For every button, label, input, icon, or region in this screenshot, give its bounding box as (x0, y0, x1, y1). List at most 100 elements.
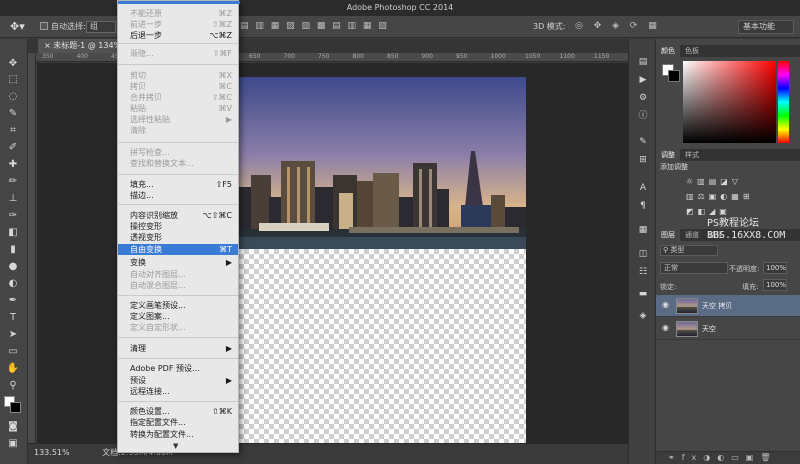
menu-scroll-down-icon[interactable]: ▼ (173, 442, 178, 450)
background-color-swatch[interactable] (668, 70, 680, 82)
menu-item[interactable]: 变换 ▶ (118, 257, 238, 268)
zoom-tool-icon[interactable]: ⚲ (5, 379, 21, 393)
hand-tool-icon[interactable]: ✋ (5, 362, 21, 376)
history-brush-tool-icon[interactable]: ✑ (5, 209, 21, 223)
hue-slider[interactable] (778, 61, 789, 143)
menu-item[interactable]: 定义画笔预设... (118, 300, 238, 311)
eyedropper-tool-icon[interactable]: ✐ (5, 141, 21, 155)
vertical-ruler[interactable] (28, 53, 36, 443)
align-icons[interactable]: ▤ ▥ ▦ ▧ ▨ ▩ ▤ ▥ ▦ ▧ (240, 21, 389, 33)
ruler-tick-label: 1100 (559, 53, 575, 60)
adjustment-icons-row-2[interactable]: ▥⚖▣◐▦⊞ (686, 192, 754, 201)
menu-item[interactable]: 清理 ▶ (118, 343, 238, 354)
character-icon[interactable]: A (636, 181, 650, 195)
settings-icon[interactable]: ⚙ (636, 91, 650, 105)
menu-item[interactable]: 转换为配置文件... (118, 429, 238, 440)
tab-swatches[interactable]: 色板 (680, 45, 704, 57)
move-tool-icon[interactable]: ✥▾ (10, 20, 28, 34)
document-tab[interactable]: × 未标题-1 @ 134% (天空 (38, 39, 128, 53)
layer-kind-label: 类型 (670, 246, 685, 254)
shape-tool-icon[interactable]: ▭ (5, 345, 21, 359)
pen-tool-icon[interactable]: ✒ (5, 294, 21, 308)
menu-item[interactable]: 描边... (118, 190, 238, 201)
visibility-eye-icon[interactable]: ◉ (662, 300, 672, 312)
brush-preset-icon[interactable]: ✎ (636, 135, 650, 149)
paragraph-icon[interactable]: ¶ (636, 199, 650, 213)
menu-item[interactable]: 透视变形 (118, 232, 238, 243)
3d-icon[interactable]: ◈ (636, 309, 650, 323)
menu-item[interactable]: 内容识别缩放 ⌥⇧⌘C (118, 210, 238, 221)
lasso-tool-icon[interactable]: ◌ (5, 90, 21, 104)
grid-icon[interactable]: ▦ (636, 223, 650, 237)
opacity-input[interactable]: 100% (763, 262, 787, 274)
brush-tool-icon[interactable]: ✏ (5, 175, 21, 189)
layer-row[interactable]: ◉ 天空 拷贝 (656, 295, 800, 317)
clone-source-icon[interactable]: ⊞ (636, 153, 650, 167)
menu-item[interactable]: 自由变换 ⌘T (118, 244, 238, 255)
tab-layers[interactable]: 图层 (656, 229, 680, 241)
crop-tool-icon[interactable]: ⌗ (5, 124, 21, 138)
tab-channels[interactable]: 通道 (680, 229, 704, 241)
healing-tool-icon[interactable]: ✚ (5, 158, 21, 172)
timeline-icon[interactable]: ▬ (636, 287, 650, 301)
document-canvas[interactable] (239, 77, 526, 445)
ruler-tick-label: 350 (42, 53, 54, 60)
history-icon[interactable]: ▤ (636, 55, 650, 69)
type-tool-icon[interactable]: T (5, 311, 21, 325)
tab-adjustments[interactable]: 调整 (656, 149, 680, 161)
3d-mode-icons[interactable]: ◎ ✥ ◈ ⟳ ▦ (575, 21, 661, 31)
transparent-area (239, 249, 526, 445)
adjustment-icons-row-3[interactable]: ◩◧◢▣ (686, 207, 731, 216)
menu-item-shortcut: ⇧F5 (215, 180, 232, 189)
marquee-tool-icon[interactable]: ⬚ (5, 73, 21, 87)
tab-color[interactable]: 颜色 (656, 45, 680, 57)
menu-item-label: 自动对齐图层... (130, 270, 186, 279)
layer-comps-icon[interactable]: ◫ (636, 247, 650, 261)
blend-mode-dropdown[interactable]: 正常 (660, 262, 728, 274)
ruler-tick-label: 800 (352, 53, 364, 60)
menu-item-shortcut: ⌥⌘Z (209, 31, 232, 40)
menu-item[interactable]: Adobe PDF 预设... (118, 363, 238, 374)
menu-item[interactable]: 后退一步 ⌥⌘Z (118, 30, 238, 41)
layer-kind-filter[interactable]: ⚲ 类型 (660, 245, 718, 256)
zoom-level[interactable]: 133.51% (34, 448, 70, 457)
menu-separator (118, 337, 238, 338)
color-picker-field[interactable] (683, 61, 776, 143)
eraser-tool-icon[interactable]: ◧ (5, 226, 21, 240)
layer-row[interactable]: ◉ 天空 (656, 318, 800, 340)
stamp-tool-icon[interactable]: ⊥ (5, 192, 21, 206)
auto-select-checkbox[interactable]: 自动选择: (40, 21, 86, 33)
quick-select-tool-icon[interactable]: ✎ (5, 107, 21, 121)
layer-thumbnail (676, 298, 698, 314)
screen-mode-icon[interactable]: ▣ (5, 437, 21, 451)
blur-tool-icon[interactable]: ● (5, 260, 21, 274)
menu-item[interactable]: 指定配置文件... (118, 417, 238, 428)
gradient-tool-icon[interactable]: ▮ (5, 243, 21, 257)
path-select-tool-icon[interactable]: ➤ (5, 328, 21, 342)
workspace-dropdown[interactable]: 基本功能 (738, 20, 794, 34)
panel-icon-dock: ▤ ▶ ⚙ ⓘ ✎ ⊞ A ¶ ▦ ◫ ☷ ▬ ◈ (628, 39, 656, 464)
dodge-tool-icon[interactable]: ◐ (5, 277, 21, 291)
properties-icon[interactable]: ☷ (636, 265, 650, 279)
menu-item[interactable]: 预设 ▶ (118, 375, 238, 386)
fill-input[interactable]: 100% (763, 279, 787, 291)
move-tool-icon[interactable]: ✥ (5, 57, 21, 71)
adjustment-icons-row-1[interactable]: ☼▥▤◪▽ (686, 177, 742, 186)
menu-item[interactable]: 远程连接... (118, 386, 238, 397)
menu-item[interactable]: 填充... ⇧F5 (118, 179, 238, 190)
play-icon[interactable]: ▶ (636, 73, 650, 87)
visibility-eye-icon[interactable]: ◉ (662, 323, 672, 335)
layers-footer-icons[interactable]: ⚭fx◑◐▭▣🗑 (656, 451, 800, 464)
quick-mask-icon[interactable]: ◙ (5, 420, 21, 434)
menu-item-label: 前进一步 (130, 20, 162, 29)
auto-select-dropdown[interactable]: 组 (86, 21, 116, 33)
menu-item[interactable]: 颜色设置... ⇧⌘K (118, 406, 238, 417)
menu-item[interactable]: 定义图案... (118, 311, 238, 322)
ruler-tick-label: 1000 (490, 53, 506, 60)
tab-styles[interactable]: 样式 (680, 149, 704, 161)
menu-item[interactable]: 操控变形 (118, 221, 238, 232)
info-icon[interactable]: ⓘ (636, 109, 650, 123)
menu-item-shortcut: ⇧⌘K (212, 407, 232, 416)
menu-item-label: 内容识别缩放 (130, 211, 178, 220)
background-color-swatch[interactable] (10, 402, 21, 413)
